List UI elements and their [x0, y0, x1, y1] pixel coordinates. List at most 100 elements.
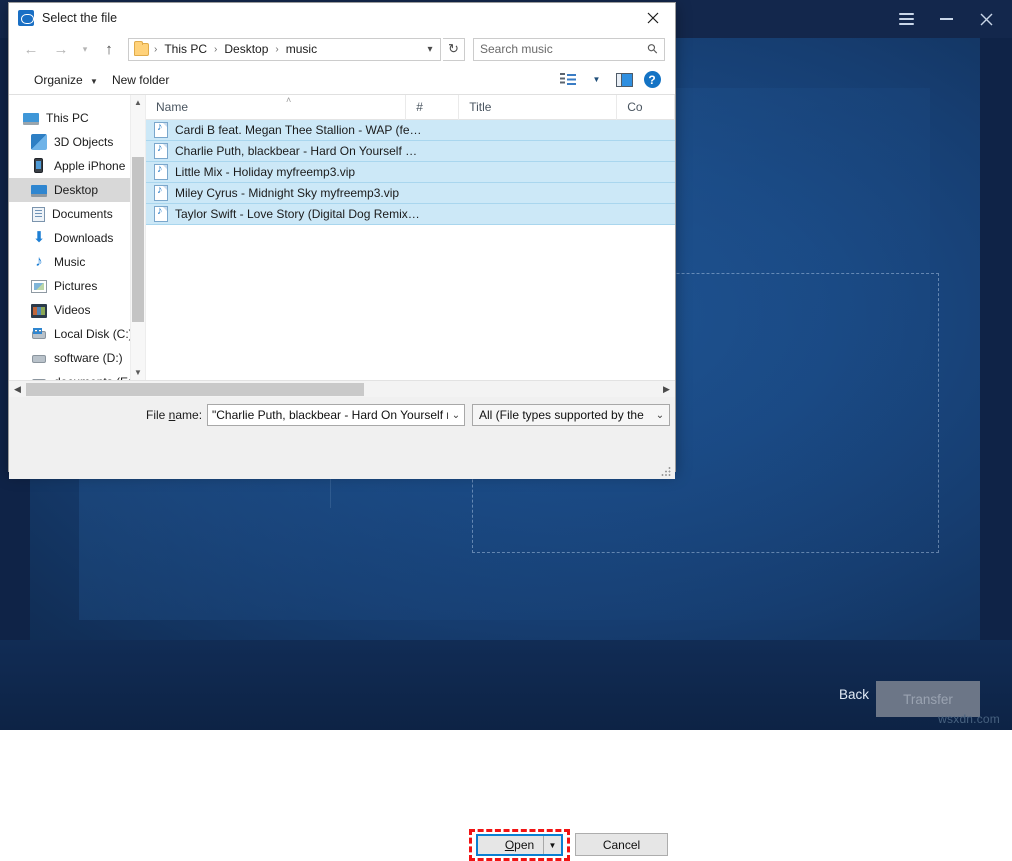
back-button[interactable]: Back [831, 683, 877, 706]
back-arrow-icon[interactable]: ← [17, 36, 45, 62]
filename-value: "Charlie Puth, blackbear - Hard On Yours… [212, 408, 448, 422]
file-open-dialog: Select the file ← → ▾ ↑ › This PC › Desk… [8, 2, 676, 472]
music-file-icon [154, 122, 168, 138]
recent-locations-icon[interactable]: ▾ [77, 36, 93, 62]
sidebar-item-label: Downloads [54, 231, 113, 245]
chevron-left-icon[interactable]: ◀ [9, 381, 26, 398]
breadcrumb-desktop[interactable]: Desktop [222, 42, 270, 56]
table-row[interactable]: Miley Cyrus - Midnight Sky myfreemp3.vip [146, 183, 675, 204]
navigation-pane-scrollbar[interactable]: ▲ ▼ [130, 95, 145, 380]
column-header-co[interactable]: Co [617, 95, 675, 120]
file-name: Little Mix - Holiday myfreemp3.vip [175, 165, 355, 179]
sidebar-item-3d-objects[interactable]: 3D Objects [9, 130, 145, 154]
organize-label: Organize [34, 73, 83, 87]
open-button[interactable]: Open ▼ [476, 834, 563, 856]
new-folder-button[interactable]: New folder [105, 69, 176, 91]
close-icon[interactable] [966, 0, 1006, 38]
downloads-icon: ⬇ [31, 230, 47, 246]
view-dropdown-chevron-down-icon[interactable]: ▼ [583, 68, 609, 92]
organize-button[interactable]: Organize ▼ [27, 69, 105, 91]
up-arrow-icon[interactable]: ↑ [95, 36, 123, 62]
table-row[interactable]: Little Mix - Holiday myfreemp3.vip [146, 162, 675, 183]
filename-label: File name: [146, 408, 202, 422]
sidebar-item-this-pc[interactable]: This PC [9, 106, 145, 130]
refresh-icon[interactable]: ↻ [443, 38, 465, 61]
sidebar-item-music[interactable]: ♪ Music [9, 250, 145, 274]
this-pc-icon [23, 113, 39, 125]
column-header-name[interactable]: Name ˄ [146, 95, 406, 120]
open-label: Open [505, 838, 534, 852]
breadcrumb-music[interactable]: music [284, 42, 319, 56]
sidebar-item-pictures[interactable]: Pictures [9, 274, 145, 298]
open-label-accel: O [505, 838, 514, 852]
sidebar-item-downloads[interactable]: ⬇ Downloads [9, 226, 145, 250]
table-row[interactable]: Cardi B feat. Megan Thee Stallion - WAP … [146, 120, 675, 141]
chevron-down-icon[interactable]: ⌄ [448, 410, 464, 421]
sidebar-item-videos[interactable]: Videos [9, 298, 145, 322]
filetype-select[interactable]: All (File types supported by the ⌄ [472, 404, 670, 426]
address-bar[interactable]: › This PC › Desktop › music ▾ [128, 38, 441, 61]
music-file-icon [154, 164, 168, 180]
file-list-area: Name ˄ # Title Co Cardi B feat. Megan Th… [146, 95, 675, 380]
view-layout-icon[interactable] [555, 68, 581, 92]
documents-icon [32, 207, 45, 222]
file-name: Charlie Puth, blackbear - Hard On Yourse… [175, 144, 417, 158]
chevron-down-icon: ▼ [90, 77, 98, 86]
sidebar-item-apple-iphone[interactable]: Apple iPhone [9, 154, 145, 178]
drive-icon [31, 350, 47, 366]
column-header-title[interactable]: Title [459, 95, 617, 120]
hamburger-menu-icon[interactable] [886, 0, 926, 38]
help-icon[interactable]: ? [639, 68, 665, 92]
horizontal-scrollbar[interactable]: ◀ ▶ [9, 380, 675, 397]
preview-pane-icon[interactable] [611, 68, 637, 92]
file-list-column-headers: Name ˄ # Title Co [146, 95, 675, 120]
watermark: wsxdn.com [938, 712, 1000, 726]
filename-input[interactable]: "Charlie Puth, blackbear - Hard On Yours… [207, 404, 465, 426]
scrollbar-thumb[interactable] [26, 383, 364, 396]
close-icon[interactable] [630, 3, 675, 33]
file-name: Miley Cyrus - Midnight Sky myfreemp3.vip [175, 186, 399, 200]
search-input[interactable]: Search music ⚲ [473, 38, 665, 61]
music-icon: ♪ [31, 254, 47, 270]
command-bar-right-group: ▼ ? [555, 68, 665, 92]
sidebar-item-documents[interactable]: Documents [9, 202, 145, 226]
sidebar-item-software-d[interactable]: software (D:) [9, 346, 145, 370]
chevron-right-icon[interactable]: ▶ [658, 381, 675, 398]
chevron-down-icon[interactable]: ▼ [131, 365, 145, 380]
sidebar-item-label: This PC [46, 111, 89, 125]
scrollbar-thumb[interactable] [132, 157, 144, 322]
resize-grip[interactable] [661, 466, 672, 477]
sidebar-item-label: Videos [54, 303, 90, 317]
open-dropdown-chevron-down-icon[interactable]: ▼ [543, 836, 561, 854]
breadcrumb-separator: › [209, 44, 222, 55]
cancel-button[interactable]: Cancel [575, 833, 668, 856]
file-list: Cardi B feat. Megan Thee Stallion - WAP … [146, 120, 675, 380]
breadcrumb-this-pc[interactable]: This PC [162, 42, 209, 56]
breadcrumb-separator: › [270, 44, 283, 55]
navigation-pane: This PC 3D Objects Apple iPhone Desktop … [9, 95, 145, 380]
chevron-down-icon[interactable]: ⌄ [651, 410, 669, 421]
sidebar-item-label: Local Disk (C:) [54, 327, 133, 341]
sort-ascending-icon: ˄ [286, 95, 291, 105]
sidebar-item-label: Desktop [54, 183, 98, 197]
table-row[interactable]: Taylor Swift - Love Story (Digital Dog R… [146, 204, 675, 225]
chevron-up-icon[interactable]: ▲ [131, 95, 145, 110]
local-disk-icon [31, 326, 47, 342]
filename-label-pre: File [146, 408, 169, 422]
sidebar-item-local-disk-c[interactable]: Local Disk (C:) [9, 322, 145, 346]
sidebar-item-label: Apple iPhone [54, 159, 125, 173]
sidebar-item-label: 3D Objects [54, 135, 113, 149]
apple-iphone-icon [31, 158, 47, 174]
table-row[interactable]: Charlie Puth, blackbear - Hard On Yourse… [146, 141, 675, 162]
dialog-form-area: File name: "Charlie Puth, blackbear - Ha… [9, 397, 675, 479]
sidebar-item-label: Documents [52, 207, 113, 221]
sidebar-item-desktop[interactable]: Desktop [9, 178, 145, 202]
file-name: Taylor Swift - Love Story (Digital Dog R… [175, 207, 420, 221]
music-file-icon [154, 206, 168, 222]
scrollbar-track[interactable] [26, 381, 658, 398]
app-icon [18, 10, 34, 26]
minimize-icon[interactable] [926, 0, 966, 38]
column-header-number[interactable]: # [406, 95, 459, 120]
chevron-down-icon[interactable]: ▾ [420, 39, 440, 60]
forward-arrow-icon[interactable]: → [47, 36, 75, 62]
